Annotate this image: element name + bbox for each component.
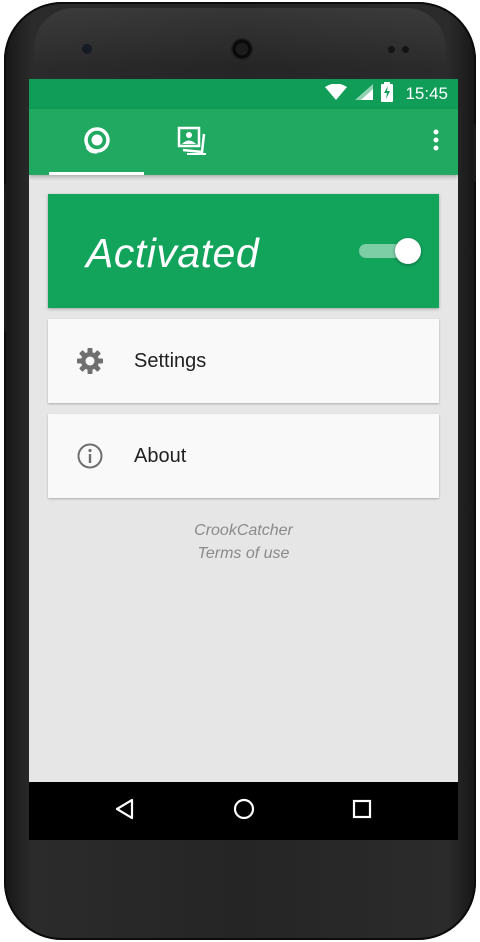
status-icons: 15:45: [325, 81, 448, 107]
proximity-sensor: [82, 44, 92, 54]
screen: 15:45 Activated Settings About CrookCatc…: [29, 79, 458, 840]
battery-charging-icon: [381, 81, 394, 107]
activation-switch[interactable]: [357, 237, 421, 265]
status-bar: 15:45: [29, 79, 458, 109]
recents-icon: [351, 798, 373, 825]
tab-camera[interactable]: [49, 109, 144, 175]
photo-gallery-icon: [176, 125, 208, 160]
light-sensor: [388, 46, 395, 53]
settings-label: Settings: [134, 349, 207, 372]
tab-indicator: [49, 172, 144, 175]
cell-signal-icon: [355, 83, 374, 105]
clock: 15:45: [405, 84, 448, 103]
info-icon: [76, 442, 104, 470]
home-icon: [233, 798, 255, 825]
home-button[interactable]: [229, 796, 259, 826]
recents-button[interactable]: [347, 796, 377, 826]
tab-gallery[interactable]: [144, 109, 239, 175]
switch-thumb: [395, 238, 421, 264]
footer-links: CrookCatcher Terms of use: [29, 519, 458, 565]
more-vert-icon: [433, 129, 439, 156]
phone-frame: 15:45 Activated Settings About CrookCatc…: [4, 2, 476, 940]
activation-card[interactable]: Activated: [48, 194, 439, 308]
camera-lens-icon: [82, 125, 112, 160]
overflow-menu-button[interactable]: [424, 126, 448, 158]
activation-label: Activated: [86, 230, 260, 276]
light-sensor-2: [402, 46, 409, 53]
about-label: About: [134, 444, 187, 467]
settings-item[interactable]: Settings: [48, 319, 439, 403]
volume-button: [4, 184, 8, 332]
front-camera: [231, 38, 253, 60]
back-button[interactable]: [110, 796, 140, 826]
terms-of-use-link[interactable]: Terms of use: [29, 542, 458, 565]
gear-icon: [76, 347, 104, 375]
navigation-bar: [29, 782, 458, 840]
power-button: [472, 124, 476, 182]
back-icon: [114, 798, 136, 825]
app-name-link[interactable]: CrookCatcher: [29, 519, 458, 542]
wifi-icon: [325, 83, 348, 105]
toolbar: [29, 109, 458, 175]
about-item[interactable]: About: [48, 414, 439, 498]
